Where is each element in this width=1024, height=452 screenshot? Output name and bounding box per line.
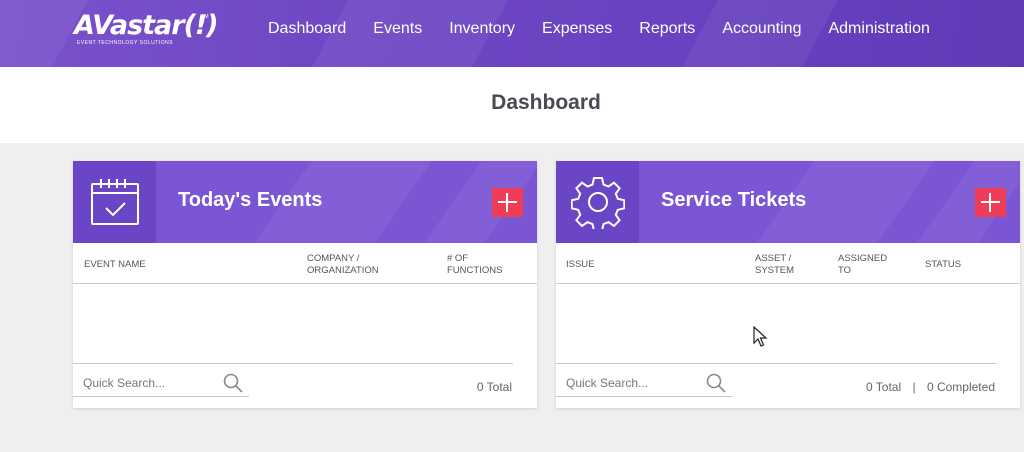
nav-reports[interactable]: Reports xyxy=(639,19,695,39)
nav-inventory[interactable]: Inventory xyxy=(449,19,515,39)
table-footer-divider xyxy=(73,363,513,364)
main-nav: Dashboard Events Inventory Expenses Repo… xyxy=(268,19,957,39)
nav-expenses[interactable]: Expenses xyxy=(542,19,612,39)
calendar-check-icon xyxy=(90,179,139,225)
service-tickets-card: Service Tickets ISSUE ASSET / SYSTEM ASS… xyxy=(556,161,1020,408)
avastar-logo[interactable]: AVastar(!) EVENT TECHNOLOGY SOLUTIONS SM xyxy=(74,10,219,50)
col-asset-system[interactable]: ASSET / SYSTEM xyxy=(755,253,794,277)
calendar-icon-box xyxy=(73,161,156,243)
col-status[interactable]: STATUS xyxy=(925,259,961,271)
tickets-total: 0 Total xyxy=(866,380,902,394)
page-title: Dashboard xyxy=(491,91,601,114)
todays-events-card: Today's Events EVENT NAME COMPANY / ORGA… xyxy=(73,161,537,408)
events-quick-search xyxy=(73,370,249,397)
top-navbar: AVastar(!) EVENT TECHNOLOGY SOLUTIONS SM… xyxy=(0,0,1024,67)
mouse-cursor-icon xyxy=(753,326,768,347)
search-icon[interactable] xyxy=(223,373,243,393)
add-event-button[interactable] xyxy=(492,188,523,217)
todays-events-title: Today's Events xyxy=(178,189,323,211)
col-issue[interactable]: ISSUE xyxy=(566,259,595,271)
nav-accounting[interactable]: Accounting xyxy=(722,19,801,39)
nav-administration[interactable]: Administration xyxy=(828,19,929,39)
tickets-totals: 0 Total | 0 Completed xyxy=(866,380,995,394)
col-company-organization[interactable]: COMPANY / ORGANIZATION xyxy=(307,253,379,277)
add-ticket-button[interactable] xyxy=(975,188,1006,217)
search-icon[interactable] xyxy=(706,373,726,393)
logo-servicemark: SM xyxy=(201,14,209,20)
col-assigned-to[interactable]: ASSIGNED TO xyxy=(838,253,887,277)
table-footer-divider xyxy=(556,363,996,364)
todays-events-header: Today's Events xyxy=(73,161,537,243)
gear-icon xyxy=(570,177,625,229)
tickets-quick-search xyxy=(556,370,732,397)
totals-separator: | xyxy=(912,380,916,394)
page-title-bar: Dashboard xyxy=(0,67,1024,143)
gear-icon-box xyxy=(556,161,639,243)
events-total: 0 Total xyxy=(476,380,512,394)
service-tickets-title: Service Tickets xyxy=(661,189,807,211)
table-header-divider xyxy=(556,283,1020,284)
logo-wordmark: AVastar(!) xyxy=(74,10,219,41)
tickets-completed: 0 Completed xyxy=(926,380,995,394)
nav-events[interactable]: Events xyxy=(373,19,422,39)
tickets-search-input[interactable] xyxy=(566,376,696,390)
events-search-input[interactable] xyxy=(83,376,213,390)
col-number-of-functions[interactable]: # OF FUNCTIONS xyxy=(447,253,502,277)
logo-tagline: EVENT TECHNOLOGY SOLUTIONS xyxy=(77,40,174,46)
nav-dashboard[interactable]: Dashboard xyxy=(268,19,346,39)
service-tickets-header: Service Tickets xyxy=(556,161,1020,243)
table-header-divider xyxy=(73,283,537,284)
col-event-name[interactable]: EVENT NAME xyxy=(84,259,146,271)
